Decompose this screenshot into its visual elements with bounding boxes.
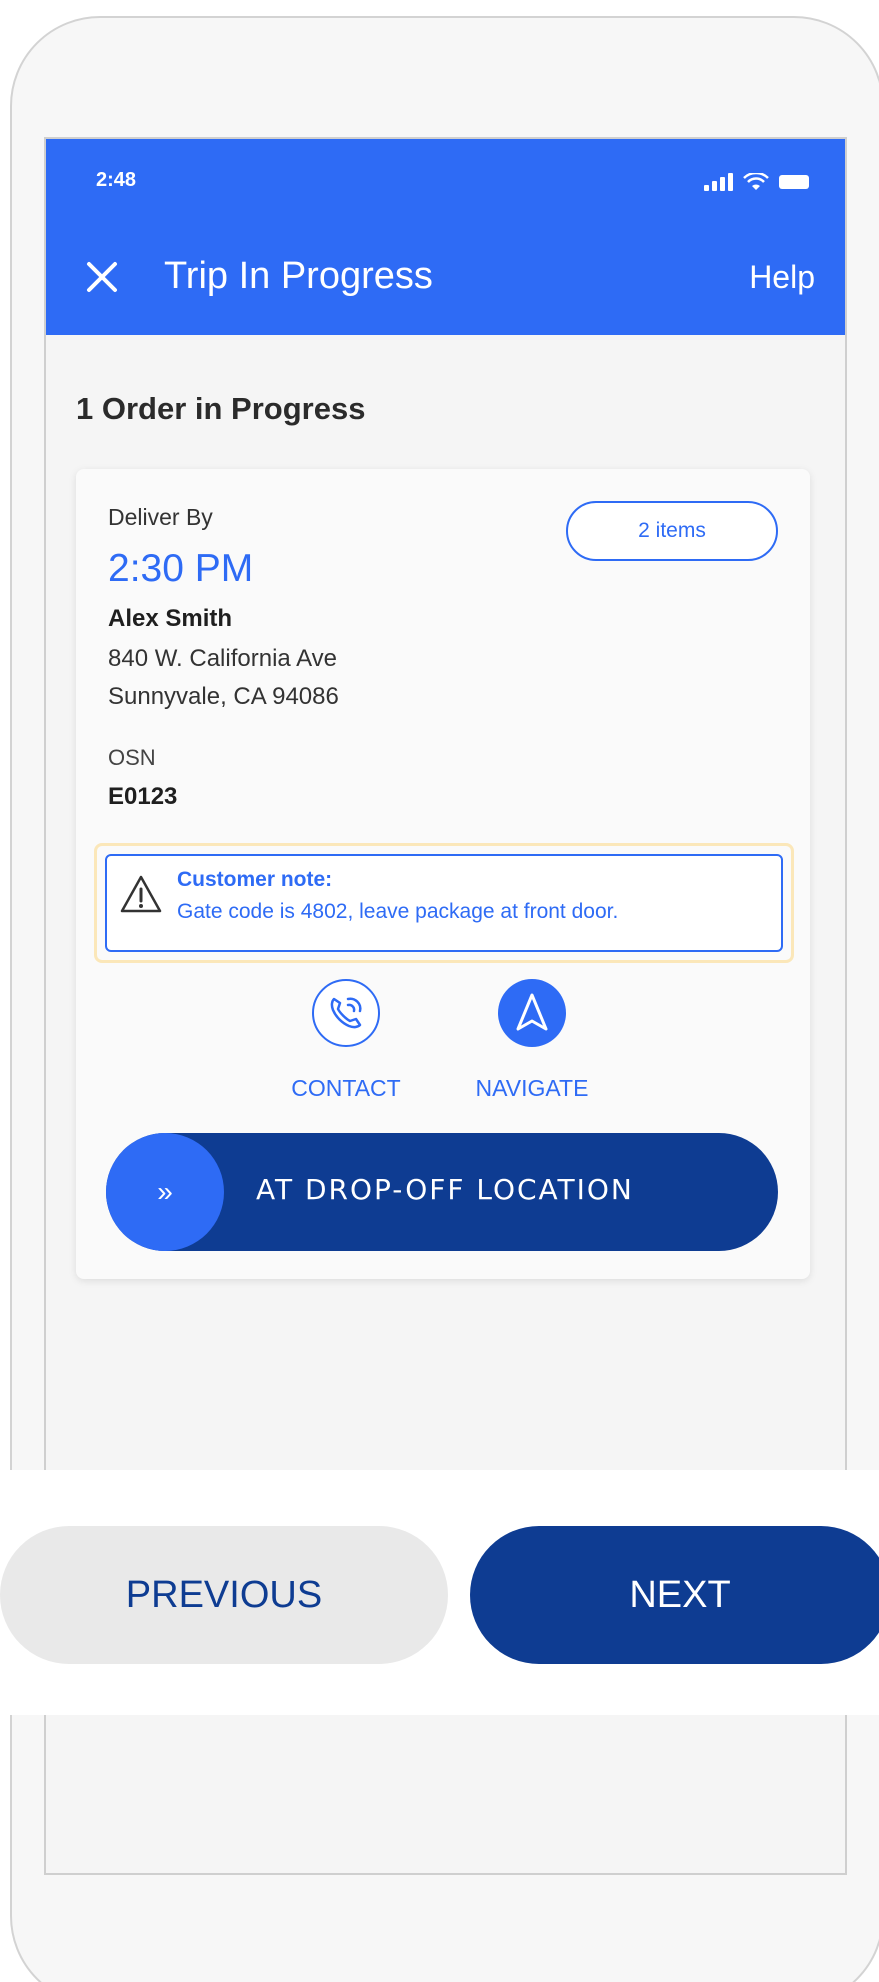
app-header: 2:48 Trip In Progress Help [46, 139, 845, 335]
page-title: Trip In Progress [164, 255, 433, 297]
phone-icon [330, 997, 362, 1029]
order-card: Deliver By 2:30 PM 2 items Alex Smith 84… [76, 469, 810, 1279]
help-link[interactable]: Help [749, 259, 815, 296]
customer-note-text: Gate code is 4802, leave package at fron… [177, 900, 619, 923]
contact-icon-circle [312, 979, 380, 1047]
status-time: 2:48 [96, 169, 137, 191]
navigate-label: NAVIGATE [475, 1075, 589, 1101]
orders-in-progress-heading: 1 Order in Progress [76, 391, 366, 426]
at-drop-off-slider[interactable]: » AT DROP-OFF LOCATION [106, 1133, 778, 1251]
deliver-by-time: 2:30 PM [108, 547, 254, 590]
deliver-by-label: Deliver By [108, 504, 213, 530]
contact-label: CONTACT [291, 1075, 401, 1101]
slider-label: AT DROP-OFF LOCATION [256, 1173, 634, 1206]
battery-icon [779, 175, 809, 189]
status-icons [704, 173, 809, 191]
previous-button[interactable]: PREVIOUS [0, 1526, 448, 1664]
signal-icon [704, 173, 733, 191]
close-icon[interactable] [84, 259, 120, 295]
items-count-button[interactable]: 2 items [566, 501, 778, 561]
warning-icon [120, 875, 162, 913]
next-button[interactable]: NEXT [470, 1526, 879, 1664]
customer-note-box: Customer note: Gate code is 4802, leave … [105, 854, 783, 952]
bottom-navigation: PREVIOUS NEXT [0, 1470, 879, 1715]
slider-handle[interactable]: » [106, 1133, 224, 1251]
navigate-icon-circle [498, 979, 566, 1047]
address-line-2: Sunnyvale, CA 94086 [108, 683, 339, 710]
customer-note: Customer note: Gate code is 4802, leave … [94, 843, 794, 963]
osn-value: E0123 [108, 783, 178, 810]
address-line-1: 840 W. California Ave [108, 645, 338, 672]
wifi-icon [743, 173, 769, 190]
customer-name: Alex Smith [108, 605, 233, 632]
navigation-arrow-icon [516, 993, 548, 1031]
osn-label: OSN [108, 745, 156, 770]
customer-note-title: Customer note: [177, 868, 333, 891]
double-chevron-icon: » [157, 1176, 173, 1207]
